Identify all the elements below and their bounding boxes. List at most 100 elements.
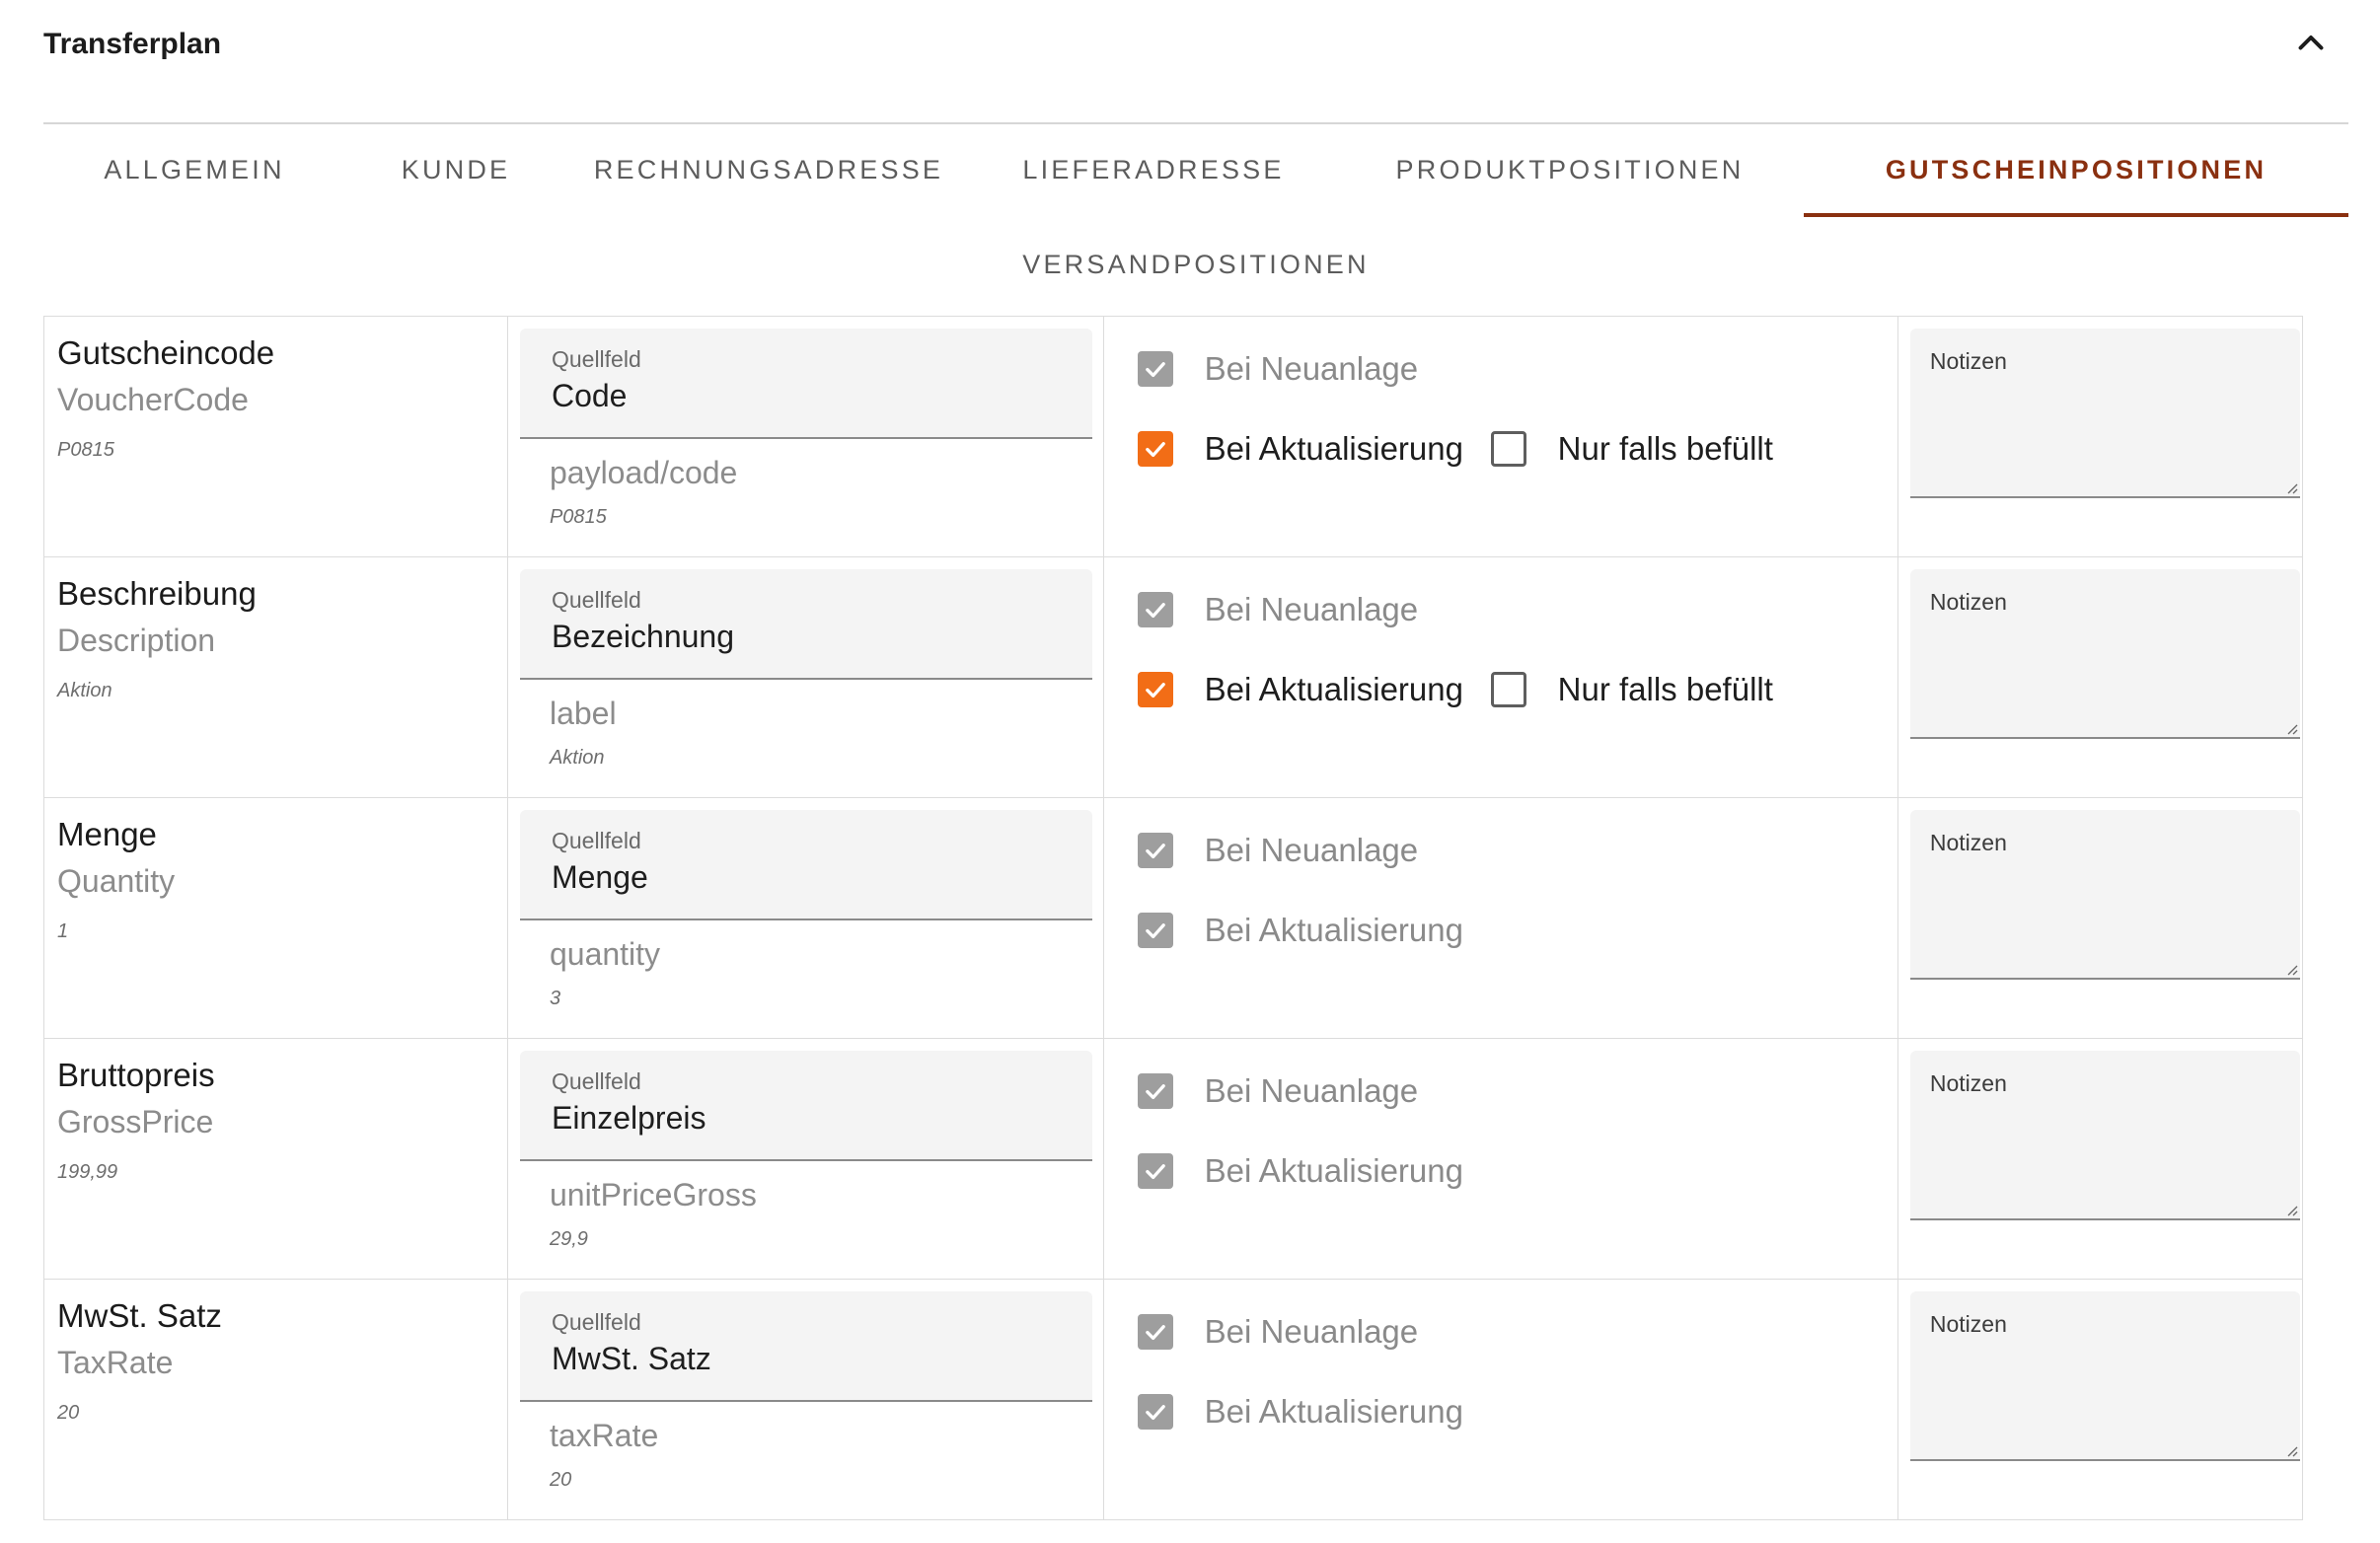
tab-allgemein[interactable]: ALLGEMEIN <box>43 122 345 217</box>
target-field-label: MwSt. Satz <box>57 1297 222 1334</box>
checkbox-checked-icon <box>1137 672 1173 707</box>
source-field-value: MwSt. Satz <box>551 1341 711 1376</box>
only-if-filled-label: Nur falls befüllt <box>1557 430 1773 467</box>
target-field-label: Beschreibung <box>57 575 257 612</box>
source-path: unitPriceGross <box>549 1177 757 1212</box>
notes-textarea[interactable]: Notizen <box>1909 1051 2300 1220</box>
source-field-cell: Quellfeld Menge quantity 3 <box>506 797 1104 1039</box>
source-field-label: Quellfeld <box>551 1309 641 1335</box>
notes-textarea[interactable]: Notizen <box>1909 329 2300 498</box>
on-create-label: Bei Neuanlage <box>1204 1313 1419 1350</box>
options-cell: Bei Neuanlage Bei Aktualisierung Nur fal… <box>1102 316 1898 557</box>
checkbox-checked-icon <box>1137 1073 1173 1109</box>
on-update-checkbox[interactable]: Bei Aktualisierung <box>1137 1152 1463 1190</box>
tab-gutscheinpositionen[interactable]: GUTSCHEINPOSITIONEN <box>1804 122 2348 217</box>
source-field-select[interactable]: Quellfeld Einzelpreis <box>519 1051 1092 1161</box>
table-row: Gutscheincode VoucherCode P0815 Quellfel… <box>43 316 2304 557</box>
checkbox-checked-icon <box>1137 592 1173 627</box>
on-create-checkbox[interactable]: Bei Neuanlage <box>1137 832 1419 869</box>
source-field-cell: Quellfeld Code payload/code P0815 <box>506 316 1104 557</box>
target-sample-value: Aktion <box>57 680 112 701</box>
source-field-select[interactable]: Quellfeld Bezeichnung <box>519 569 1092 680</box>
resize-handle-icon[interactable] <box>2286 723 2298 735</box>
target-field-cell: Bruttopreis GrossPrice 199,99 <box>43 1038 508 1280</box>
checkbox-checked-icon <box>1137 913 1173 948</box>
resize-handle-icon[interactable] <box>2286 482 2298 494</box>
on-create-checkbox[interactable]: Bei Neuanlage <box>1137 1072 1418 1110</box>
table-row: MwSt. Satz TaxRate 20 Quellfeld MwSt. Sa… <box>43 1279 2304 1520</box>
source-sample-value: 3 <box>549 988 561 1009</box>
on-create-checkbox[interactable]: Bei Neuanlage <box>1137 1313 1419 1351</box>
target-sample-value: 1 <box>57 920 69 942</box>
only-if-filled-checkbox[interactable]: Nur falls befüllt <box>1490 671 1773 708</box>
checkbox-checked-icon <box>1137 1153 1173 1189</box>
on-update-checkbox[interactable]: Bei Aktualisierung <box>1137 430 1463 468</box>
target-field-cell: Gutscheincode VoucherCode P0815 <box>43 316 508 557</box>
source-field-label: Quellfeld <box>551 587 641 613</box>
only-if-filled-checkbox[interactable]: Nur falls befüllt <box>1490 430 1773 468</box>
source-field-select[interactable]: Quellfeld MwSt. Satz <box>519 1291 1092 1402</box>
panel-title: Transferplan <box>43 28 222 60</box>
on-update-checkbox[interactable]: Bei Aktualisierung <box>1137 1393 1463 1431</box>
source-field-label: Quellfeld <box>551 346 641 372</box>
source-sample-value: 29,9 <box>549 1228 588 1250</box>
tab-kunde[interactable]: KUNDE <box>345 122 566 217</box>
notes-textarea[interactable]: Notizen <box>1909 1291 2300 1461</box>
target-field-key: GrossPrice <box>57 1104 214 1139</box>
on-create-checkbox[interactable]: Bei Neuanlage <box>1137 591 1419 628</box>
source-sample-value: Aktion <box>549 747 605 769</box>
only-if-filled-label: Nur falls befüllt <box>1557 671 1773 707</box>
notes-cell: Notizen <box>1897 316 2304 557</box>
notes-label: Notizen <box>1929 830 2007 855</box>
target-field-key: VoucherCode <box>57 382 249 417</box>
tab-rechnungsadresse[interactable]: RECHNUNGSADRESSE <box>566 122 971 217</box>
resize-handle-icon[interactable] <box>2286 1205 2298 1216</box>
source-field-value: Menge <box>551 859 648 895</box>
on-update-label: Bei Aktualisierung <box>1204 671 1463 707</box>
on-update-label: Bei Aktualisierung <box>1204 430 1463 467</box>
on-update-checkbox[interactable]: Bei Aktualisierung <box>1137 912 1463 949</box>
chevron-up-icon[interactable] <box>2293 26 2329 61</box>
source-field-value: Code <box>551 378 628 413</box>
target-field-cell: Beschreibung Description Aktion <box>43 556 508 798</box>
notes-cell: Notizen <box>1897 556 2304 798</box>
tab-produktpositionen[interactable]: PRODUKTPOSITIONEN <box>1336 122 1804 217</box>
table-row: Beschreibung Description Aktion Quellfel… <box>43 556 2304 798</box>
source-field-cell: Quellfeld Einzelpreis unitPriceGross 29,… <box>506 1038 1104 1280</box>
on-update-checkbox[interactable]: Bei Aktualisierung <box>1137 671 1463 708</box>
target-field-key: Quantity <box>57 863 176 899</box>
target-field-label: Menge <box>57 816 157 852</box>
panel-header[interactable]: Transferplan <box>43 0 2348 124</box>
checkbox-checked-icon <box>1137 1314 1173 1350</box>
checkbox-unchecked-icon <box>1490 431 1526 467</box>
target-field-label: Bruttopreis <box>57 1057 215 1093</box>
checkbox-checked-icon <box>1137 431 1173 467</box>
resize-handle-icon[interactable] <box>2286 964 2298 976</box>
tab-versandpositionen[interactable]: VERSANDPOSITIONEN <box>43 217 2348 312</box>
checkbox-checked-icon <box>1137 351 1173 387</box>
source-path: label <box>549 696 617 731</box>
notes-label: Notizen <box>1929 589 2007 615</box>
target-sample-value: 199,99 <box>57 1161 118 1183</box>
notes-textarea[interactable]: Notizen <box>1909 810 2300 980</box>
source-field-select[interactable]: Quellfeld Menge <box>519 810 1092 920</box>
on-create-label: Bei Neuanlage <box>1204 350 1419 387</box>
target-field-cell: Menge Quantity 1 <box>43 797 508 1039</box>
source-field-value: Bezeichnung <box>551 619 734 654</box>
on-create-checkbox[interactable]: Bei Neuanlage <box>1137 350 1419 388</box>
notes-textarea[interactable]: Notizen <box>1909 569 2300 739</box>
source-sample-value: P0815 <box>549 506 607 528</box>
on-create-label: Bei Neuanlage <box>1204 591 1419 627</box>
tab-lieferadresse[interactable]: LIEFERADRESSE <box>971 122 1336 217</box>
target-field-label: Gutscheincode <box>57 334 275 371</box>
notes-label: Notizen <box>1929 348 2007 374</box>
target-field-key: Description <box>57 623 216 658</box>
on-create-label: Bei Neuanlage <box>1204 832 1419 868</box>
source-field-select[interactable]: Quellfeld Code <box>519 329 1092 439</box>
mapping-table: Gutscheincode VoucherCode P0815 Quellfel… <box>43 316 2304 1520</box>
resize-handle-icon[interactable] <box>2286 1445 2298 1457</box>
target-sample-value: 20 <box>57 1402 80 1424</box>
options-cell: Bei Neuanlage Bei Aktualisierung <box>1102 797 1898 1039</box>
table-row: Menge Quantity 1 Quellfeld Menge quantit… <box>43 797 2304 1039</box>
source-path: taxRate <box>549 1418 659 1453</box>
